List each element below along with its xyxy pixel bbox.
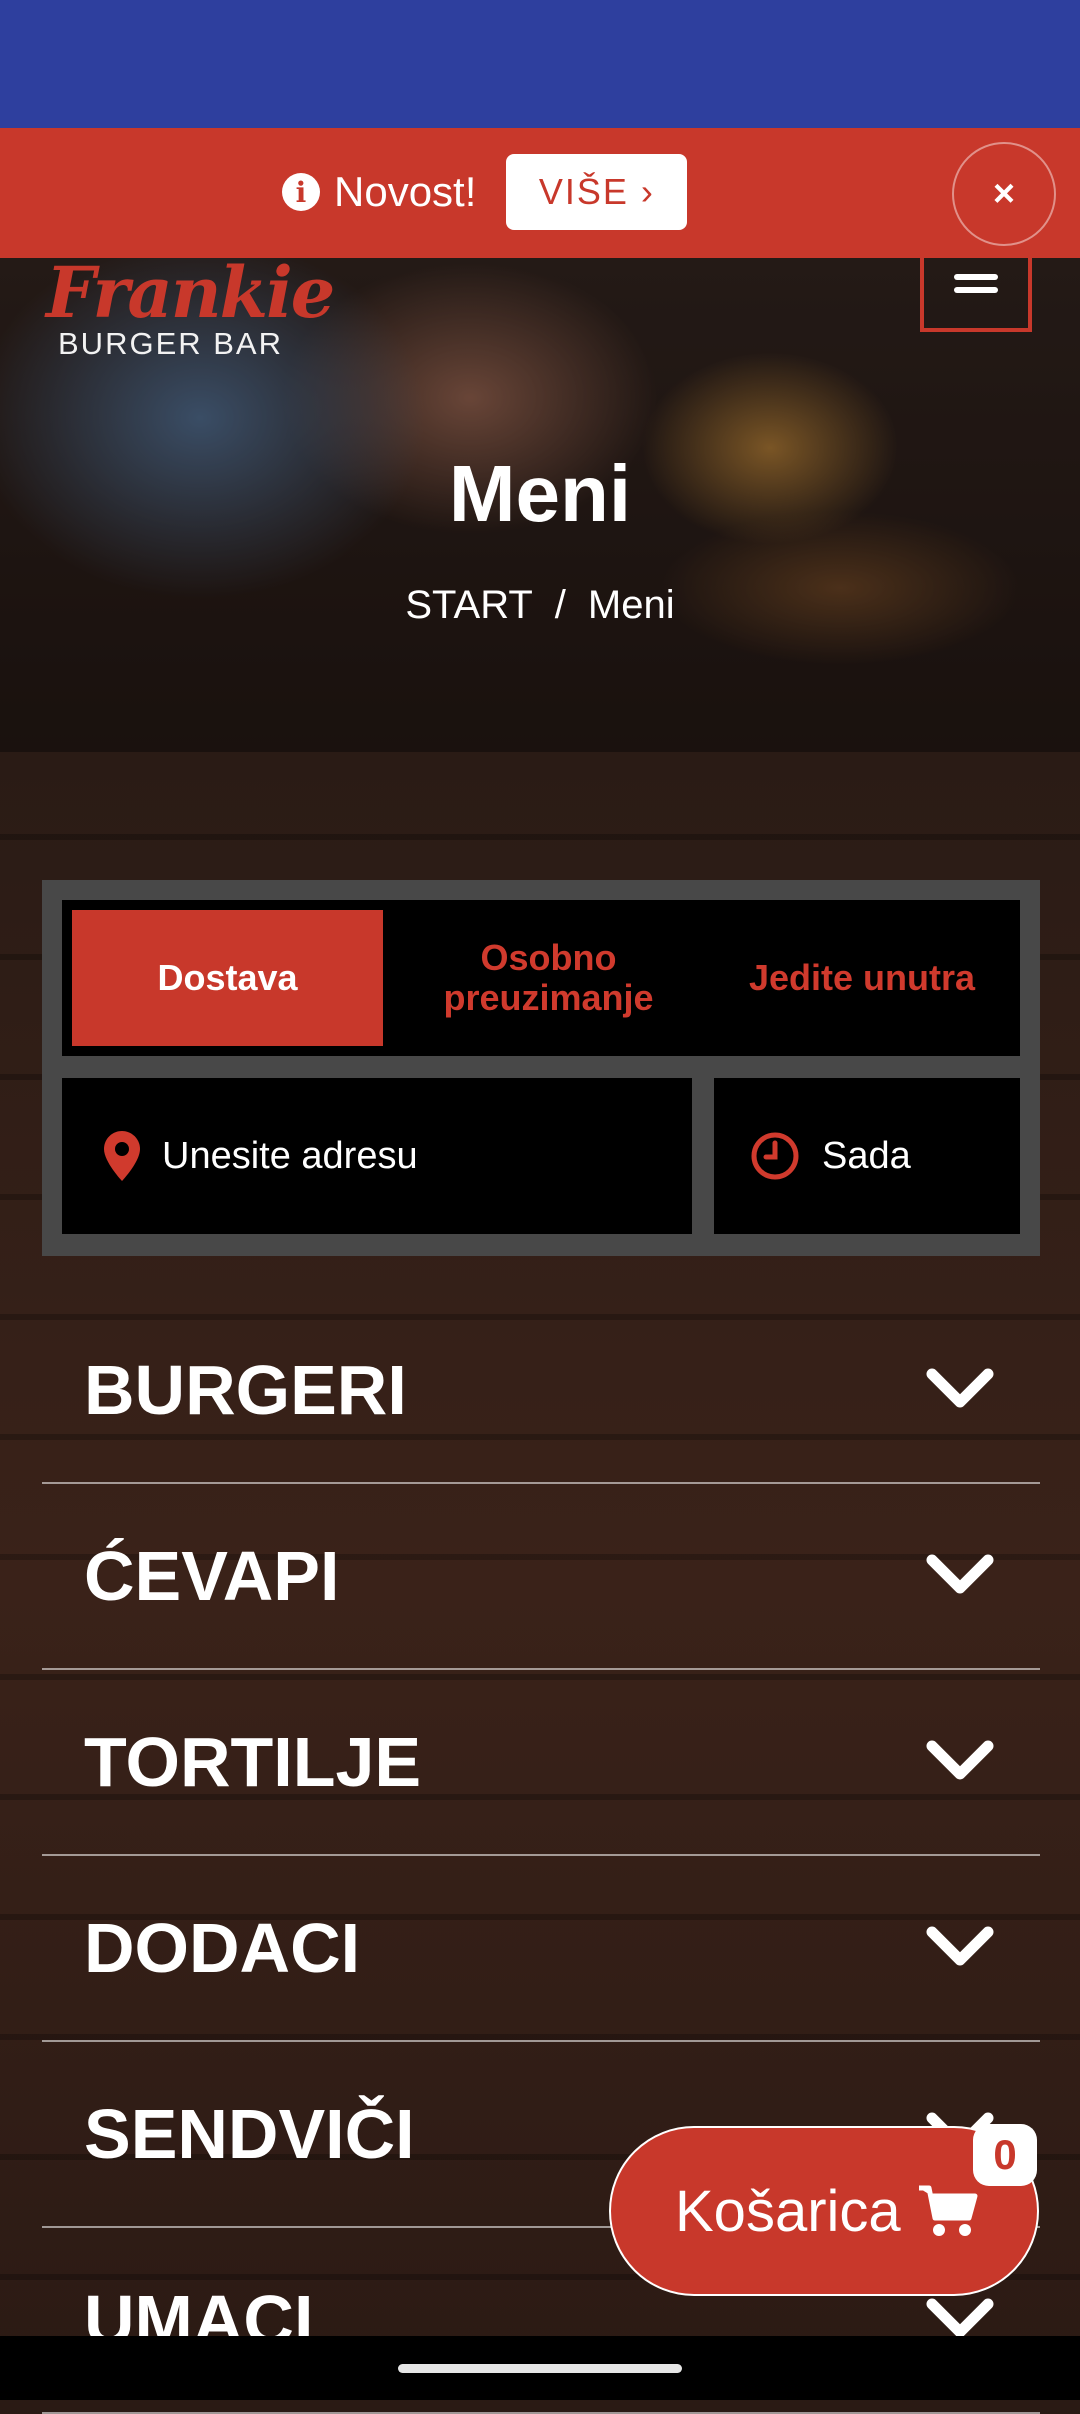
category-tortilje[interactable]: TORTILJE: [42, 1669, 1040, 1856]
breadcrumb-current: Meni: [587, 583, 675, 627]
cart-label: Košarica: [675, 2178, 901, 2244]
cart-button[interactable]: Košarica 0: [609, 2124, 1039, 2296]
tab-pickup[interactable]: Osobno preuzimanje: [393, 910, 704, 1046]
hero-banner: Frankie BURGER BAR Meni START / Meni: [0, 258, 1080, 752]
order-type-tabs: Dostava Osobno preuzimanje Jedite unutra: [62, 900, 1020, 1056]
address-placeholder: Unesite adresu: [162, 1134, 418, 1177]
category-dodaci[interactable]: DODACI: [42, 1855, 1040, 2042]
promo-banner: i Novost! VIŠE › ×: [0, 128, 1080, 258]
page-title: Meni: [448, 449, 632, 538]
tab-dine-in[interactable]: Jedite unutra: [714, 910, 1010, 1046]
promo-content: i Novost! VIŠE ›: [282, 154, 688, 230]
logo[interactable]: Frankie BURGER BAR: [46, 258, 335, 362]
hamburger-menu-icon[interactable]: [920, 258, 1032, 332]
category-label: BURGERI: [84, 1350, 407, 1429]
breadcrumb: START / Meni: [0, 583, 1080, 628]
close-icon[interactable]: ×: [952, 142, 1056, 246]
chevron-down-icon: [926, 1740, 994, 1779]
time-value: Sada: [822, 1134, 911, 1177]
tab-delivery[interactable]: Dostava: [72, 910, 383, 1046]
address-field[interactable]: Unesite adresu: [62, 1078, 692, 1234]
location-pin-icon: [104, 1131, 140, 1181]
status-bar: [0, 0, 1080, 128]
chevron-down-icon: [926, 1368, 994, 1407]
breadcrumb-separator: /: [554, 583, 566, 627]
category-label: TORTILJE: [84, 1722, 422, 1801]
info-icon: i: [282, 173, 320, 211]
chevron-down-icon: [926, 1926, 994, 1965]
logo-script: Frankie: [46, 258, 335, 334]
cart-count-badge: 0: [973, 2124, 1037, 2186]
system-nav-bar: [0, 2336, 1080, 2400]
home-indicator[interactable]: [398, 2364, 682, 2373]
more-button[interactable]: VIŠE ›: [506, 154, 688, 230]
order-options: Dostava Osobno preuzimanje Jedite unutra…: [42, 880, 1040, 1256]
chevron-down-icon: [926, 1554, 994, 1593]
category-label: DODACI: [84, 1908, 361, 1987]
shopping-cart-icon: [918, 2185, 978, 2236]
category-burgeri[interactable]: BURGERI: [42, 1297, 1040, 1484]
clock-icon: [751, 1132, 799, 1180]
category-label: ĆEVAPI: [84, 1536, 340, 1615]
category-label: SENDVIČI: [84, 2094, 415, 2173]
category-cevapi[interactable]: ĆEVAPI: [42, 1483, 1040, 1670]
promo-text: Novost!: [334, 168, 477, 215]
chevron-down-icon: [926, 2298, 994, 2337]
time-field[interactable]: Sada: [714, 1078, 1020, 1234]
breadcrumb-home[interactable]: START: [405, 583, 532, 627]
